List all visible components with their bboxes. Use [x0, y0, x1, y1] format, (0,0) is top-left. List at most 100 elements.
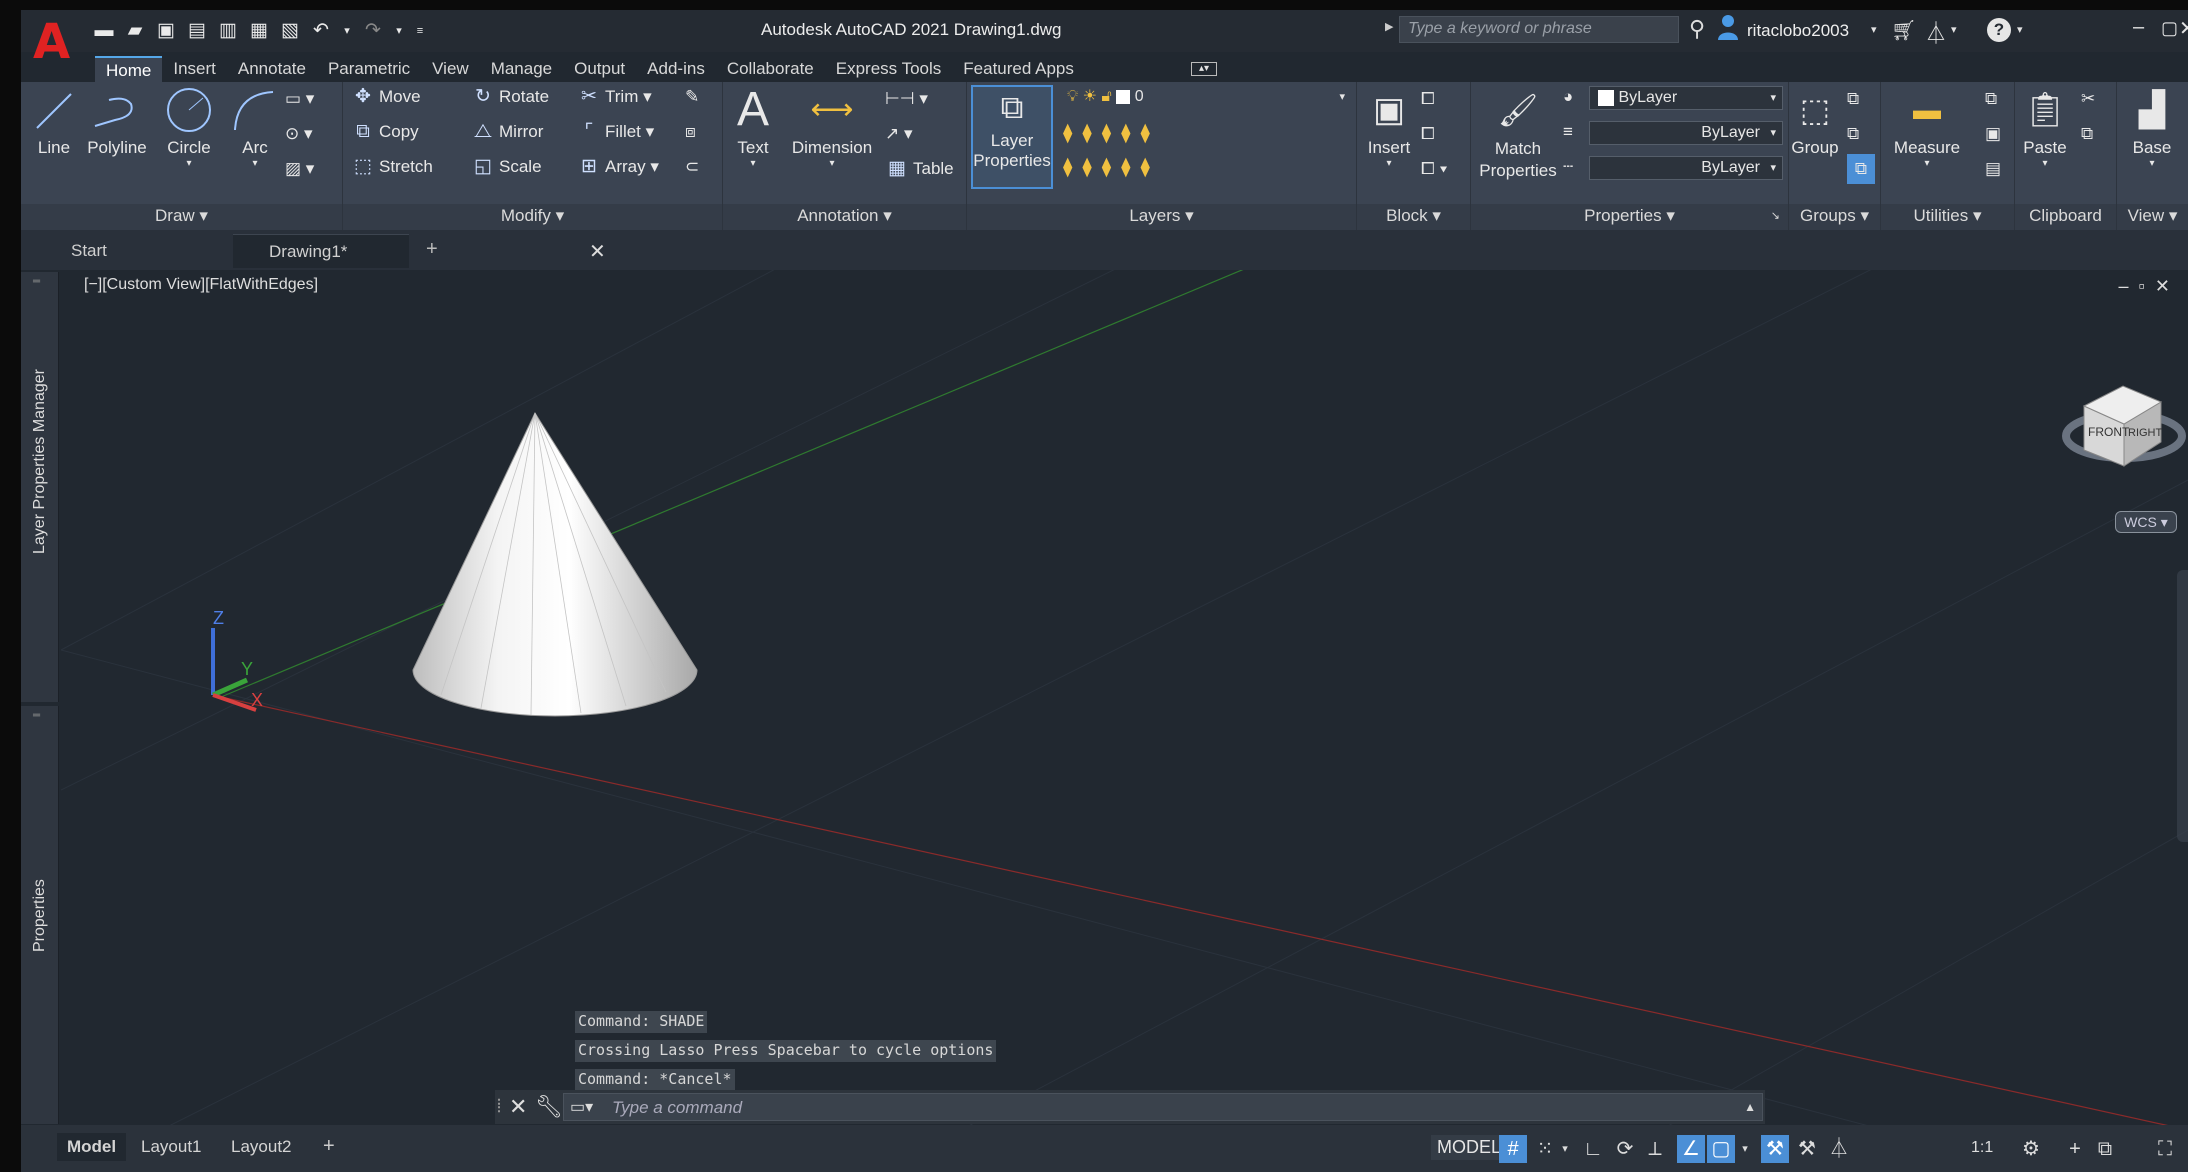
model-space-toggle[interactable]: MODEL — [1431, 1135, 1508, 1160]
ribbon-minimize-icon[interactable]: ▴▾ — [1191, 62, 1217, 76]
match-properties-button[interactable]: 🖌︎ Match Properties — [1477, 86, 1559, 182]
layer-tools-row1-icon[interactable]: ⧫⧫⧫⧫⧫ — [1063, 122, 1160, 145]
grid-icon[interactable]: # — [1499, 1135, 1527, 1163]
tab-parametric[interactable]: Parametric — [317, 56, 421, 82]
quick-select-icon[interactable]: ⧉ — [1985, 84, 1997, 114]
view-panel-title[interactable]: View ▾ — [2117, 204, 2188, 230]
tab-output[interactable]: Output — [563, 56, 636, 82]
drawing-viewport[interactable]: Z Y X FRONT RIGHT [−][Custom View][FlatW… — [61, 270, 2188, 1130]
minimize-icon[interactable]: – — [2133, 16, 2144, 39]
annotation-scale-icon[interactable]: ⏃ — [1825, 1135, 1853, 1163]
layers-panel-title[interactable]: Layers ▾ — [967, 204, 1356, 230]
model-space-canvas[interactable]: Z Y X FRONT RIGHT — [61, 270, 2188, 1130]
measure-button[interactable]: ▬ Measure ▾ — [1887, 86, 1967, 169]
cut-icon[interactable]: ✂ — [2081, 84, 2095, 114]
chevron-down-icon[interactable]: ▾ — [1871, 23, 1877, 36]
scale-button[interactable]: ◱ Scale — [471, 152, 542, 182]
group-select-icon[interactable]: ⧉ — [1847, 154, 1875, 184]
save-as-icon[interactable]: ▤ — [186, 20, 208, 42]
share-icon[interactable]: ▦ — [248, 20, 270, 42]
paste-button[interactable]: 📋︎ Paste ▾ — [2019, 86, 2071, 169]
redo-icon[interactable]: ↷ — [362, 20, 384, 42]
tab-manage[interactable]: Manage — [480, 56, 563, 82]
color-wheel-icon[interactable]: ◕ — [1563, 82, 1573, 112]
lineweight-icon[interactable]: ≡ — [1563, 117, 1573, 147]
array-button[interactable]: ⊞ Array ▾ — [577, 152, 659, 182]
customize-icon[interactable]: ≡ — [414, 20, 426, 42]
viewport-controls-label[interactable]: [−][Custom View][FlatWithEdges] — [84, 276, 318, 294]
move-button[interactable]: ✥ Move — [351, 82, 421, 112]
tab-annotate[interactable]: Annotate — [227, 56, 317, 82]
block-attributes-icon[interactable]: ⧠ ▾ — [1421, 154, 1448, 184]
layer-properties-button[interactable]: ⧉ Layer Properties — [971, 85, 1053, 189]
open-web-icon[interactable]: ▥ — [217, 20, 239, 42]
navigation-bar[interactable] — [2177, 570, 2188, 842]
snap-icon[interactable]: ⁙ — [1531, 1135, 1559, 1163]
create-block-icon[interactable]: ⧠ — [1421, 84, 1435, 114]
tab-featured-apps[interactable]: Featured Apps — [952, 56, 1085, 82]
tab-collaborate[interactable]: Collaborate — [716, 56, 825, 82]
wrench-icon[interactable]: 🔧︎ — [535, 1094, 563, 1120]
layout-tab-layout1[interactable]: Layout1 — [131, 1133, 212, 1161]
save-icon[interactable]: ▣ — [155, 20, 177, 42]
object-snap-icon[interactable]: ▢ — [1707, 1135, 1735, 1163]
cone-solid[interactable] — [412, 411, 698, 717]
user-icon[interactable] — [1717, 14, 1739, 40]
autocad-logo-icon[interactable]: A — [33, 18, 73, 66]
line-button[interactable]: Line — [31, 86, 77, 158]
block-panel-title[interactable]: Block ▾ — [1357, 204, 1470, 230]
chevron-down-icon[interactable]: ▾ — [1557, 1135, 1573, 1163]
new-layout-icon[interactable]: + — [323, 1135, 335, 1158]
maximize-icon[interactable]: ▢ — [2161, 18, 2178, 39]
tab-insert[interactable]: Insert — [162, 56, 227, 82]
chevron-down-icon[interactable]: ▾ — [1951, 23, 1957, 36]
chevron-down-icon[interactable]: ▾ — [1737, 1135, 1753, 1163]
command-input[interactable]: ▭▾ Type a command ▲ — [563, 1093, 1763, 1121]
insert-button[interactable]: ▣ Insert ▾ — [1361, 86, 1417, 169]
polyline-button[interactable]: Polyline — [85, 86, 149, 158]
layer-tools-row2-icon[interactable]: ⧫⧫⧫⧫⧫ — [1063, 156, 1160, 179]
mirror-button[interactable]: ⧍ Mirror — [471, 117, 543, 147]
viewport-window-controls[interactable]: –▫✕ — [2119, 276, 2180, 297]
close-icon[interactable]: ✕ — [2179, 16, 2188, 41]
a360-icon[interactable]: ⏃ — [1925, 16, 1947, 48]
explode-icon[interactable]: ⧈ — [685, 117, 696, 147]
properties-palette[interactable]: ═ Properties — [21, 706, 59, 1124]
ellipse-icon[interactable]: ⊙ ▾ — [285, 119, 313, 149]
select-all-icon[interactable]: ▣ — [1985, 119, 2001, 149]
layer-properties-manager-palette[interactable]: ═ Layer Properties Manager — [21, 272, 59, 702]
annotation-panel-title[interactable]: Annotation ▾ — [723, 204, 966, 230]
help-icon[interactable]: ? — [1987, 18, 2011, 42]
copy-clip-icon[interactable]: ⧉ — [2081, 119, 2093, 149]
grip-icon[interactable]: ═ — [33, 710, 40, 721]
group-button[interactable]: ⬚ Group — [1789, 86, 1841, 158]
annotation-scale[interactable]: 1:1 — [1971, 1139, 1993, 1157]
linear-dim-icon[interactable]: ⊢⊣ ▾ — [885, 84, 928, 114]
color-dropdown[interactable]: ByLayer ▾ — [1589, 86, 1783, 110]
erase-icon[interactable]: ✎ — [685, 82, 699, 112]
linetype-dropdown[interactable]: ByLayer ▾ — [1589, 121, 1783, 145]
gear-icon[interactable]: ⚙ — [2017, 1135, 2045, 1163]
linetype-icon[interactable]: ┄ — [1563, 152, 1573, 182]
search-expand-icon[interactable]: ▶ — [1385, 20, 1393, 33]
groups-panel-title[interactable]: Groups ▾ — [1789, 204, 1880, 230]
chevron-up-icon[interactable]: ▲ — [1744, 1100, 1756, 1114]
object-snap-tracking-icon[interactable]: ∠ — [1677, 1135, 1705, 1163]
close-icon[interactable]: ✕ — [589, 235, 606, 269]
layout-tab-layout2[interactable]: Layout2 — [221, 1133, 302, 1161]
base-button[interactable]: ▟ Base ▾ — [2121, 86, 2183, 169]
tab-view[interactable]: View — [421, 56, 480, 82]
isodraft-icon[interactable]: ⟂ — [1641, 1135, 1669, 1163]
annotation-visibility-icon[interactable]: ⚒ — [1761, 1135, 1789, 1163]
panel-launcher-icon[interactable]: ↘ — [1771, 204, 1780, 228]
cart-icon[interactable]: 🛒︎ — [1891, 18, 1916, 43]
plus-icon[interactable]: + — [2061, 1135, 2089, 1163]
tab-add-ins[interactable]: Add-ins — [636, 56, 716, 82]
tab-start[interactable]: Start — [21, 234, 231, 268]
auto-scale-icon[interactable]: ⚒ — [1793, 1135, 1821, 1163]
ungroup-icon[interactable]: ⧉ — [1847, 84, 1859, 114]
offset-icon[interactable]: ⊂ — [685, 152, 699, 182]
redo-dropdown-icon[interactable]: ▾ — [393, 20, 405, 42]
tab-express-tools[interactable]: Express Tools — [825, 56, 953, 82]
grip-icon[interactable]: ═ — [33, 276, 40, 287]
